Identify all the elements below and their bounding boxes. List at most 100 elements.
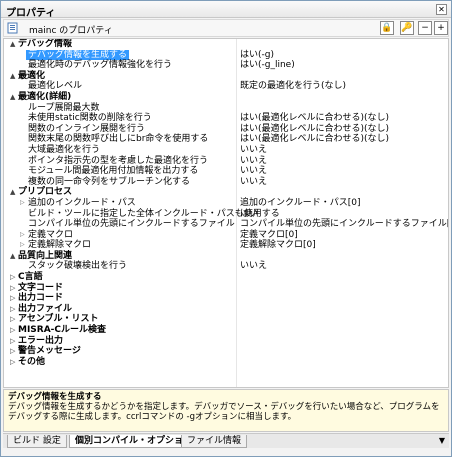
tab-individual-compile-options[interactable]: 個別コンパイル・オプション	[69, 435, 199, 448]
property-value[interactable]: はい(-g)	[240, 50, 274, 61]
property-category[interactable]: ▷ アセンブル・リスト	[4, 314, 448, 325]
expand-icon[interactable]: ▷	[10, 346, 15, 357]
property-row[interactable]: ▷ 定義解除マクロ 定義解除マクロ[0]	[4, 240, 448, 251]
expand-icon[interactable]: ▷	[10, 336, 15, 347]
properties-toolbar: mainc のプロパティ 🔒 🔑 − +	[3, 19, 449, 37]
expand-icon[interactable]: ▷	[10, 357, 15, 368]
property-label: 定義マクロ	[28, 229, 74, 240]
property-row[interactable]: 関数のインライン展開を行う はい(最適化レベルに合わせる)(なし)	[4, 124, 448, 135]
property-row[interactable]: モジュール間最適化用付加情報を出力する いいえ	[4, 166, 448, 177]
property-label: ループ展開最大数	[28, 102, 100, 113]
property-row[interactable]: 未使用static関数の削除を行う はい(最適化レベルに合わせる)(なし)	[4, 113, 448, 124]
property-label: エラー出力	[18, 335, 64, 346]
tab-file-info[interactable]: ファイル情報	[181, 435, 248, 448]
property-value[interactable]: 定義解除マクロ[0]	[240, 240, 316, 251]
property-row[interactable]: 関数末尾の関数呼び出しにbr命令を使用する はい(最適化レベルに合わせる)(なし)	[4, 134, 448, 145]
property-value[interactable]: いいえ	[240, 145, 267, 156]
lock-icon[interactable]: 🔒	[380, 21, 394, 35]
property-row[interactable]: ループ展開最大数	[4, 103, 448, 114]
panel-title: プロパティ	[6, 8, 56, 19]
collapse-icon[interactable]: ▲	[10, 39, 15, 50]
expand-icon[interactable]: ▷	[10, 325, 15, 336]
property-label: デバッグ情報を生成する	[26, 49, 130, 61]
property-label: 定義解除マクロ	[28, 240, 92, 251]
property-category[interactable]: ▲ 品質向上関連	[4, 251, 448, 262]
property-label: 追加のインクルード・パス	[28, 197, 136, 208]
property-label: モジュール間最適化用付加情報を出力する	[28, 166, 199, 177]
property-category[interactable]: ▷ C言語	[4, 272, 448, 283]
property-value[interactable]: はい(最適化レベルに合わせる)(なし)	[240, 113, 389, 124]
property-value[interactable]: はい(最適化レベルに合わせる)(なし)	[240, 124, 389, 135]
description-area: デバッグ情報を生成する デバッグ情報を生成するかどうかを指定します。デバッガでソ…	[3, 389, 449, 432]
property-value[interactable]: はい	[240, 209, 258, 220]
collapse-icon[interactable]: ▲	[10, 71, 15, 82]
property-label: スタック破壊検出を行う	[28, 261, 128, 272]
collapse-icon[interactable]: ▲	[10, 92, 15, 103]
properties-panel: プロパティ ✕ mainc のプロパティ 🔒 🔑 − + ▲ デバッグ情報 デバッグ…	[0, 0, 452, 457]
expand-all-button[interactable]: +	[434, 21, 448, 35]
property-label: プリプロセス	[18, 187, 73, 198]
property-value[interactable]: いいえ	[240, 177, 267, 188]
expand-icon[interactable]: ▷	[10, 272, 15, 283]
property-row[interactable]: デバッグ情報を生成する はい(-g)	[4, 49, 448, 61]
collapse-icon[interactable]: ▲	[10, 187, 15, 198]
property-row[interactable]: ▷ 追加のインクルード・パス 追加のインクルード・パス[0]	[4, 198, 448, 209]
expand-icon[interactable]: ▷	[10, 314, 15, 325]
expand-icon[interactable]: ▷	[10, 293, 15, 304]
property-row[interactable]: ポインタ指示先の型を考慮した最適化を行う いいえ	[4, 156, 448, 167]
expand-icon[interactable]: ▷	[10, 283, 15, 294]
property-value[interactable]: いいえ	[240, 166, 267, 177]
property-category[interactable]: ▲ 最適化	[4, 71, 448, 82]
expand-icon[interactable]: ▷	[20, 198, 25, 209]
property-row[interactable]: ビルド・ツールに指定した全体インクルード・パスも使用する はい	[4, 209, 448, 220]
property-value[interactable]: いいえ	[240, 156, 267, 167]
property-row[interactable]: 最適化レベル 既定の最適化を行う(なし)	[4, 81, 448, 92]
property-category[interactable]: ▷ 文字コード	[4, 283, 448, 294]
property-row[interactable]: スタック破壊検出を行う いいえ	[4, 261, 448, 272]
tab-strip: ビルド 設定 個別コンパイル・オプション ファイル情報 ▼	[3, 433, 449, 448]
property-value[interactable]: はい(最適化レベルに合わせる)(なし)	[240, 134, 389, 145]
property-row[interactable]: 複数の同一命令列をサブルーチン化する いいえ	[4, 177, 448, 188]
property-label: 出力コード	[18, 293, 64, 304]
property-row[interactable]: 大域最適化を行う いいえ	[4, 145, 448, 156]
property-label: C言語	[18, 272, 43, 283]
description-body: デバッグ情報を生成するかどうかを指定します。デバッガでソース・デバッグを行いたい…	[8, 402, 440, 422]
property-category[interactable]: ▷ 警告メッセージ	[4, 346, 448, 357]
chevron-down-icon[interactable]: ▼	[439, 436, 445, 445]
property-value[interactable]: 定義マクロ[0]	[240, 230, 298, 241]
property-category[interactable]: ▲ プリプロセス	[4, 187, 448, 198]
property-value[interactable]: 追加のインクルード・パス[0]	[240, 198, 360, 209]
property-category[interactable]: ▲ デバッグ情報	[4, 39, 448, 50]
property-label: ポインタ指示先の型を考慮した最適化を行う	[28, 155, 209, 166]
expand-icon[interactable]: ▷	[20, 240, 25, 251]
property-label: その他	[18, 356, 46, 367]
expand-icon[interactable]: ▷	[10, 304, 15, 315]
close-icon[interactable]: ✕	[436, 4, 447, 15]
property-row[interactable]: ▷ 定義マクロ 定義マクロ[0]	[4, 230, 448, 241]
property-label: MISRA-Cルール検査	[18, 325, 107, 336]
collapse-all-button[interactable]: −	[418, 21, 432, 35]
property-value[interactable]: はい(-g_line)	[240, 60, 295, 71]
property-row[interactable]: 最適化時のデバッグ情報強化を行う はい(-g_line)	[4, 60, 448, 71]
property-category[interactable]: ▷ 出力ファイル	[4, 304, 448, 315]
property-label: 大域最適化を行う	[28, 144, 101, 155]
expand-icon[interactable]: ▷	[20, 230, 25, 241]
property-label: 最適化	[18, 70, 46, 81]
property-category[interactable]: ▷ その他	[4, 357, 448, 368]
key-icon[interactable]: 🔑	[400, 21, 414, 35]
tab-build-settings[interactable]: ビルド 設定	[7, 435, 67, 448]
property-category[interactable]: ▷ MISRA-Cルール検査	[4, 325, 448, 336]
property-category[interactable]: ▷ エラー出力	[4, 336, 448, 347]
collapse-icon[interactable]: ▲	[10, 251, 15, 262]
property-label: 出力ファイル	[18, 303, 73, 314]
property-label: 関数のインライン展開を行う	[28, 123, 146, 134]
object-label: mainc のプロパティ	[29, 26, 113, 36]
property-label: アセンブル・リスト	[18, 314, 99, 325]
property-label: 最適化(詳細)	[18, 91, 72, 102]
property-category[interactable]: ▷ 出力コード	[4, 293, 448, 304]
property-value[interactable]: 既定の最適化を行う(なし)	[240, 81, 346, 92]
property-value[interactable]: コンパイル単位の先頭にインクルードするファイル[0]	[240, 219, 448, 230]
property-value[interactable]: いいえ	[240, 261, 267, 272]
property-category[interactable]: ▲ 最適化(詳細)	[4, 92, 448, 103]
property-row[interactable]: コンパイル単位の先頭にインクルードするファイル コンパイル単位の先頭にインクルード…	[4, 219, 448, 230]
